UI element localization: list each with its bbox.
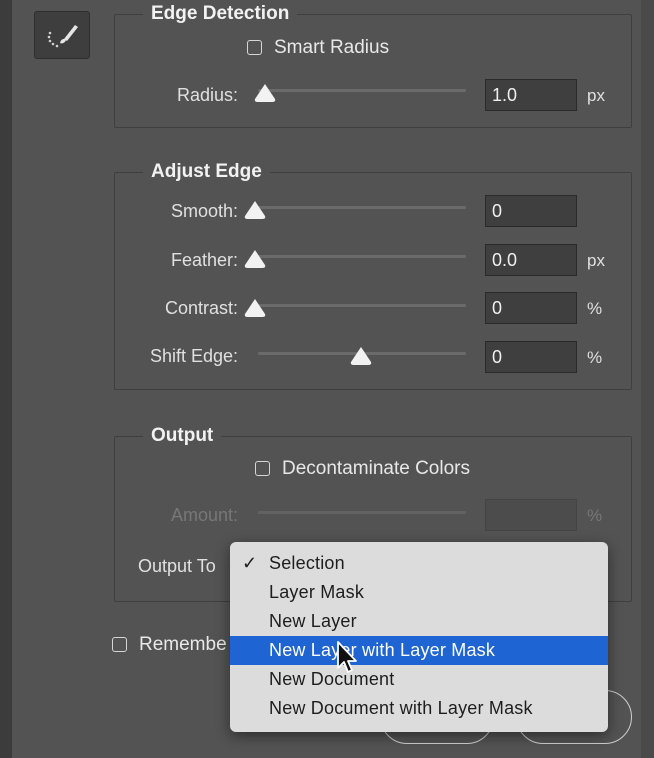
output-to-label: Output To (138, 556, 216, 576)
output-to-menu[interactable]: ✓ Selection Layer Mask New Layer New Lay… (230, 542, 608, 732)
feather-slider-track[interactable] (258, 255, 466, 258)
left-edge-strip (0, 0, 12, 758)
contrast-slider-track[interactable] (258, 304, 466, 307)
feather-label: Feather: (170, 250, 238, 270)
feather-input[interactable]: 0.0 (485, 244, 577, 276)
shift-edge-input[interactable]: 0 (485, 341, 577, 373)
menu-item-new-layer-with-layer-mask[interactable]: New Layer with Layer Mask (230, 636, 608, 665)
adjust-edge-title: Adjust Edge (143, 161, 270, 183)
menu-item-label: Layer Mask (269, 582, 365, 602)
menu-item-new-document[interactable]: New Document (230, 665, 608, 694)
contrast-input[interactable]: 0 (485, 292, 577, 324)
smart-radius-checkbox[interactable] (247, 40, 262, 55)
feather-slider-thumb[interactable] (243, 249, 267, 269)
smart-radius-label: Smart Radius (274, 37, 390, 58)
radius-unit: px (587, 86, 605, 105)
menu-item-layer-mask[interactable]: Layer Mask (230, 578, 608, 607)
mouse-cursor-icon (337, 641, 357, 673)
edge-detection-title: Edge Detection (143, 3, 298, 25)
decontaminate-colors-label: Decontaminate Colors (282, 458, 470, 479)
menu-item-selection[interactable]: ✓ Selection (230, 549, 608, 578)
refine-edge-brush-tool[interactable] (34, 11, 90, 59)
menu-item-new-layer[interactable]: New Layer (230, 607, 608, 636)
refine-brush-icon (47, 25, 78, 48)
menu-item-label: New Document with Layer Mask (269, 698, 533, 718)
amount-unit: % (587, 506, 603, 525)
radius-input[interactable]: 1.0 (485, 79, 577, 111)
checkmark-icon: ✓ (242, 553, 258, 573)
smooth-label: Smooth: (170, 201, 238, 221)
radius-slider-thumb[interactable] (253, 83, 277, 103)
remember-settings-label: Remembe (139, 634, 227, 655)
shift-edge-label: Shift Edge: (149, 346, 238, 366)
menu-item-label: New Document (269, 669, 395, 689)
right-edge-strip (641, 0, 654, 758)
feather-unit: px (587, 251, 605, 270)
amount-label: Amount: (170, 505, 238, 525)
menu-item-label: Selection (269, 553, 345, 573)
smooth-slider-track[interactable] (258, 206, 466, 209)
decontaminate-colors-checkbox[interactable] (255, 461, 270, 476)
menu-item-label: New Layer with Layer Mask (269, 640, 496, 660)
menu-item-label: New Layer (269, 611, 357, 631)
contrast-unit: % (587, 299, 603, 318)
radius-slider-track[interactable] (258, 89, 466, 92)
contrast-slider-thumb[interactable] (243, 298, 267, 318)
amount-input (485, 499, 577, 531)
amount-slider-track (258, 511, 466, 514)
shift-edge-unit: % (587, 348, 603, 367)
menu-item-new-document-with-layer-mask[interactable]: New Document with Layer Mask (230, 694, 608, 723)
smooth-slider-thumb[interactable] (243, 200, 267, 220)
output-title: Output (143, 425, 222, 447)
smooth-input[interactable]: 0 (485, 195, 577, 227)
radius-label: Radius: (176, 85, 238, 105)
contrast-label: Contrast: (164, 298, 238, 318)
remember-settings-checkbox[interactable] (112, 637, 127, 652)
shift-edge-slider-thumb[interactable] (349, 346, 373, 366)
